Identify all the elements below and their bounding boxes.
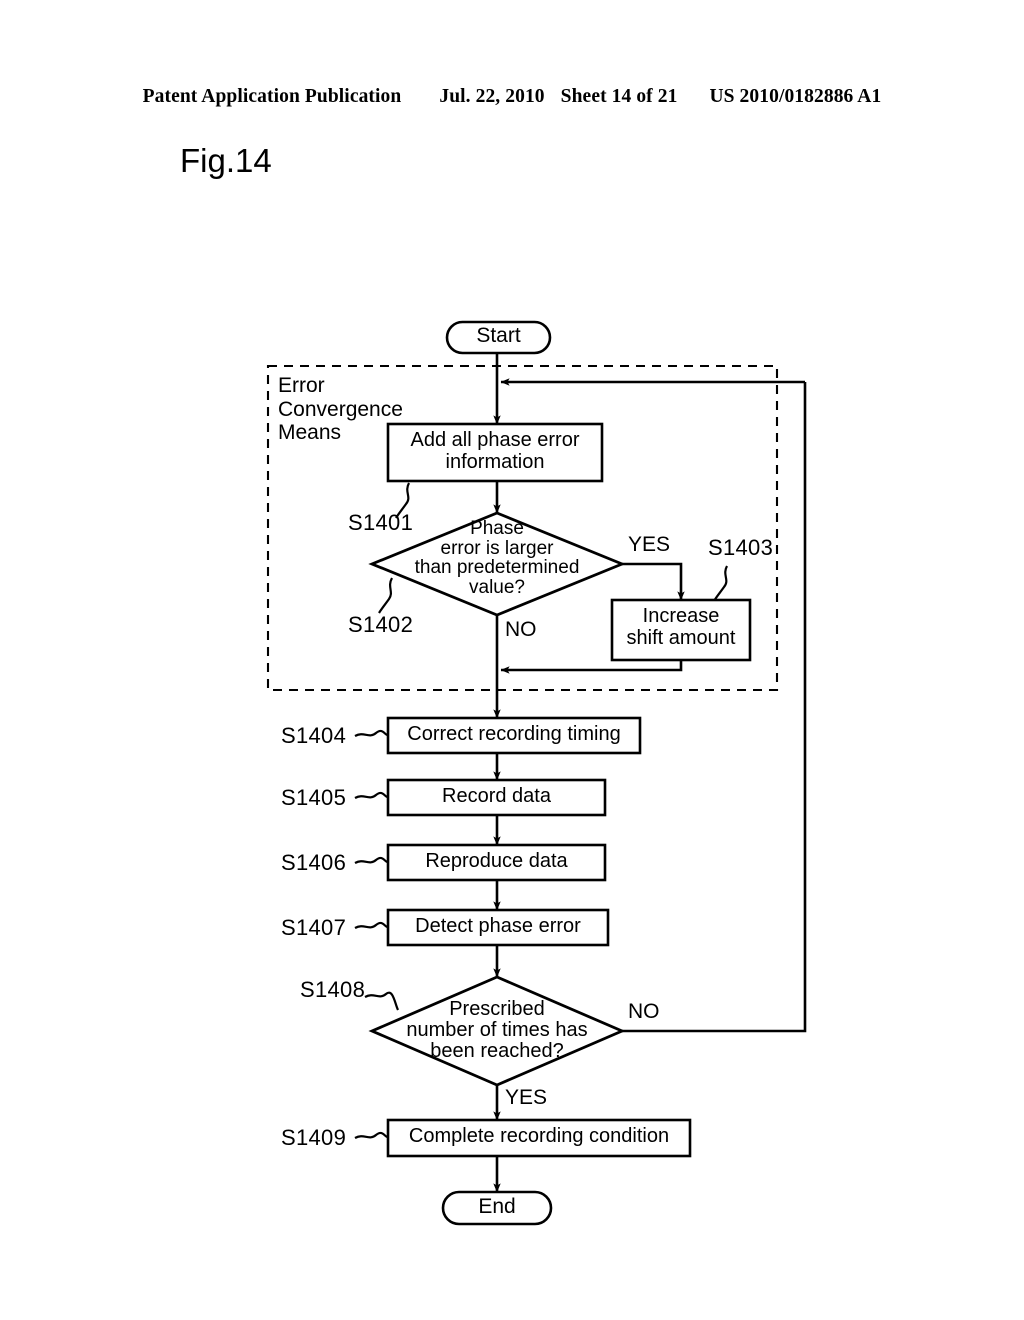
flowchart-canvas [266,320,807,1226]
step-label-s1401: S1401 [348,510,414,535]
branch-label-count-yes: YES [505,1086,548,1109]
step-label-s1406: S1406 [281,850,347,875]
branch-label-count-no: NO [628,1000,660,1023]
step-label-s1402: S1402 [348,612,414,637]
record-data-box [386,778,607,817]
increase-shift-amount-box [610,598,752,662]
step-label-s1409: S1409 [281,1125,347,1150]
step-label-s1407: S1407 [281,915,347,940]
complete-recording-condition-box [386,1118,692,1158]
leader-s1405 [354,791,389,800]
error-convergence-group-label: Error Convergence Means [278,374,403,445]
step-label-s1404: S1404 [281,723,347,748]
leader-s1407 [354,921,389,930]
leader-s1406 [354,856,389,865]
leader-s1402 [378,577,393,614]
correct-recording-timing-box [386,716,642,755]
leader-s1409 [354,1131,389,1140]
reproduce-data-box [386,843,607,882]
branch-label-phase-yes: YES [628,533,671,556]
add-phase-error-box [386,422,604,483]
step-label-s1408: S1408 [300,977,366,1002]
leader-s1403 [713,565,729,602]
step-label-s1403: S1403 [708,535,774,560]
start-terminal-shape [445,320,552,355]
prescribed-count-decision-diamond [368,975,626,1087]
branch-label-phase-no: NO [505,618,537,641]
leader-s1408 [364,991,400,1011]
step-label-s1405: S1405 [281,785,347,810]
edge-yes-to-increase [622,562,685,601]
leader-s1404 [354,729,389,738]
edge-count-no-feedback [622,382,807,1033]
end-terminal-shape [441,1190,553,1226]
patent-drawing-page: Patent Application Publication Jul. 22, 2… [0,0,1024,1320]
detect-phase-error-box [386,908,610,947]
edge-increase-back-to-main [500,660,683,674]
